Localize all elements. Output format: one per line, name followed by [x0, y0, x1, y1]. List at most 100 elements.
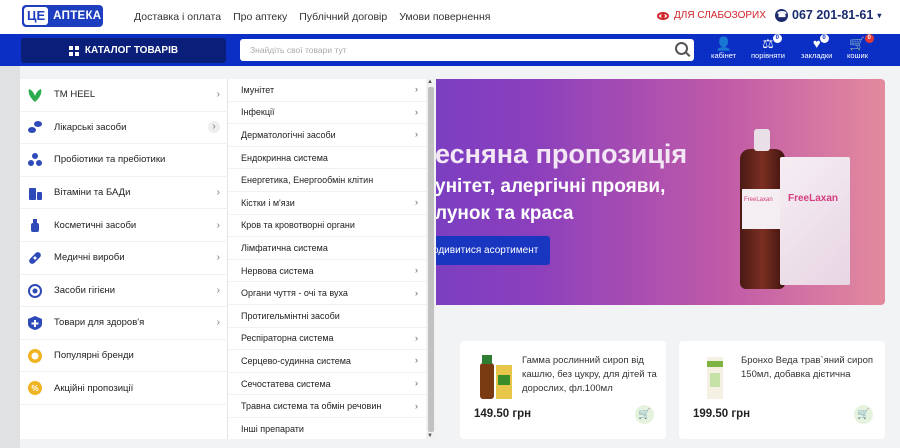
chevron-right-icon: › — [216, 252, 220, 264]
submenu-item-nervous[interactable]: Нервова система › — [228, 260, 426, 283]
scrollbar-thumb[interactable] — [428, 87, 434, 432]
menu-item-probiotics[interactable]: Пробіотики та пребіотики — [20, 144, 228, 177]
submenu-item-other[interactable]: Інші препарати — [228, 418, 426, 441]
compare-count: 0 — [772, 34, 782, 43]
menu-item-label: Засоби гігієни — [54, 284, 116, 296]
nav-return-terms[interactable]: Умови повернення — [399, 11, 490, 23]
product-card[interactable]: Гамма рослинний сироп від кашлю, без цук… — [460, 341, 666, 439]
chevron-right-icon: › — [414, 265, 418, 277]
add-to-cart-button[interactable]: 🛒 — [854, 405, 873, 424]
submenu-item-endocrine[interactable]: Ендокринна система — [228, 147, 426, 170]
grid-icon — [68, 45, 79, 56]
menu-item-heel[interactable]: ТМ HEEL › — [20, 79, 228, 112]
submenu-item-urogenital[interactable]: Сечостатева система › — [228, 373, 426, 396]
scroll-down-arrow-icon[interactable]: ▼ — [427, 433, 433, 439]
box-label: FreeLaxan — [788, 193, 839, 204]
top-nav: Доставка і оплата Про аптеку Публічний д… — [134, 11, 490, 23]
menu-item-label: Медичні вироби — [54, 252, 125, 264]
eye-icon — [657, 11, 669, 20]
catalog-button[interactable]: КАТАЛОГ ТОВАРІВ — [21, 38, 226, 63]
syrup-bottle-image — [480, 355, 512, 399]
menu-item-cosmetics[interactable]: Косметичні засоби › — [20, 209, 228, 242]
chevron-right-icon: › — [208, 121, 220, 134]
submenu-item-label: Травна система та обмін речовин — [241, 401, 382, 412]
menu-item-label: Пробіотики та пребіотики — [54, 154, 166, 166]
health-cross-icon — [26, 314, 44, 332]
product-name[interactable]: Бронхо Веда трав`яний сироп 150мл, добав… — [741, 354, 876, 382]
heel-leaf-icon — [26, 86, 44, 104]
product-card[interactable]: Бронхо Веда трав`яний сироп 150мл, добав… — [679, 341, 885, 439]
catalog-submenu: Імунітет › Інфекції › Дерматологічні засоб… — [228, 79, 426, 441]
cart-button[interactable]: 🛒 0 кошик — [847, 34, 874, 60]
submenu-item-energy[interactable]: Енергетика, Енергообмін клітин — [228, 169, 426, 192]
hygiene-icon — [26, 281, 44, 299]
cart-count: 0 — [864, 34, 874, 43]
menu-item-label: Популярні бренди — [54, 350, 134, 362]
submenu-item-respiratory[interactable]: Респіраторна система › — [228, 328, 426, 351]
submenu-item-digestive[interactable]: Травна система та обмін речовин › — [228, 395, 426, 418]
brand-badge-icon — [26, 347, 44, 365]
submenu-item-cardio[interactable]: Серцево-судинна система › — [228, 350, 426, 373]
search-icon[interactable] — [675, 42, 688, 55]
top-header: ЦЕ АПТЕКА Доставка і оплата Про аптеку П… — [0, 0, 900, 34]
submenu-item-immunity[interactable]: Імунітет › — [228, 79, 426, 102]
nav-delivery[interactable]: Доставка і оплата — [134, 11, 221, 23]
menu-item-label: ТМ HEEL — [54, 89, 96, 101]
submenu-item-dermatology[interactable]: Дерматологічні засоби › — [228, 124, 426, 147]
main-toolbar: КАТАЛОГ ТОВАРІВ 👤 кабінет ⚖0 порівняти ♥… — [0, 34, 900, 66]
cabinet-button[interactable]: 👤 кабінет — [711, 36, 736, 61]
menu-item-health-goods[interactable]: Товари для здоров'я › — [20, 307, 228, 340]
submenu-item-bones-muscles[interactable]: Кістки і м'язи › — [228, 192, 426, 215]
product-price: 199.50 грн — [693, 408, 751, 420]
chevron-right-icon: › — [414, 197, 418, 209]
visually-impaired-link[interactable]: ДЛЯ СЛАБОЗОРИХ — [657, 10, 766, 21]
submenu-item-anthelmintic[interactable]: Протигельмінтні засоби — [228, 305, 426, 328]
phone-dropdown[interactable]: 067 201-81-61 ▾ — [775, 8, 881, 22]
menu-item-label: Косметичні засоби — [54, 219, 137, 231]
submenu-item-label: Інфекції — [241, 107, 275, 118]
chevron-right-icon: › — [216, 89, 220, 101]
cosmetics-icon — [26, 216, 44, 234]
menu-item-medicines[interactable]: Лікарські засоби › — [20, 112, 228, 145]
chevron-right-icon: › — [414, 106, 418, 118]
cart-icon: 🛒 0 — [849, 34, 874, 51]
submenu-item-infections[interactable]: Інфекції › — [228, 102, 426, 125]
submenu-item-blood[interactable]: Кров та кровотворні органи — [228, 215, 426, 238]
probiotic-icon — [26, 151, 44, 169]
heart-icon: ♥ 0 — [813, 34, 829, 51]
bookmarks-button[interactable]: ♥ 0 закладки — [801, 34, 833, 60]
submenu-item-senses[interactable]: Органи чуття - очі та вуха › — [228, 282, 426, 305]
bookmarks-label: закладки — [801, 51, 833, 60]
product-name[interactable]: Гамма рослинний сироп від кашлю, без цук… — [522, 354, 657, 396]
menu-item-medical-products[interactable]: Медичні вироби › — [20, 242, 228, 275]
nav-public-contract[interactable]: Публічний договір — [299, 11, 387, 23]
user-icon: 👤 — [715, 36, 732, 51]
submenu-scrollbar[interactable]: ▲ ▼ — [426, 79, 436, 439]
logo-ce: ЦЕ — [24, 7, 49, 25]
compare-button[interactable]: ⚖ 0 порівняти — [751, 34, 785, 60]
nav-about[interactable]: Про аптеку — [233, 11, 287, 23]
chevron-right-icon: › — [414, 378, 418, 390]
product-price: 149.50 грн — [474, 408, 532, 420]
chevron-right-icon: › — [216, 284, 220, 296]
menu-item-label: Лікарські засоби — [54, 121, 127, 133]
menu-item-hygiene[interactable]: Засоби гігієни › — [20, 275, 228, 308]
menu-item-popular-brands[interactable]: Популярні бренди — [20, 340, 228, 373]
add-to-cart-button[interactable]: 🛒 — [635, 405, 654, 424]
logo[interactable]: ЦЕ АПТЕКА — [22, 5, 103, 27]
menu-item-vitamins[interactable]: Вітаміни та БАДи › — [20, 177, 228, 210]
bandage-icon — [26, 249, 44, 267]
menu-item-label: Акційні пропозиції — [54, 382, 134, 394]
catalog-label: КАТАЛОГ ТОВАРІВ — [84, 45, 179, 56]
chevron-right-icon: › — [216, 187, 220, 199]
submenu-item-label: Респіраторна система — [241, 333, 334, 344]
chevron-right-icon: › — [414, 400, 418, 412]
submenu-item-label: Енергетика, Енергообмін клітин — [241, 175, 374, 186]
search-input[interactable] — [240, 39, 660, 61]
menu-item-promotions[interactable]: % Акційні пропозиції — [20, 372, 228, 405]
submenu-item-label: Нервова система — [241, 265, 314, 276]
chevron-right-icon: › — [414, 355, 418, 367]
product-bottle-image: FreeLaxan — [740, 129, 785, 289]
submenu-item-lymphatic[interactable]: Лімфатична система — [228, 237, 426, 260]
scroll-up-arrow-icon[interactable]: ▲ — [427, 79, 433, 85]
